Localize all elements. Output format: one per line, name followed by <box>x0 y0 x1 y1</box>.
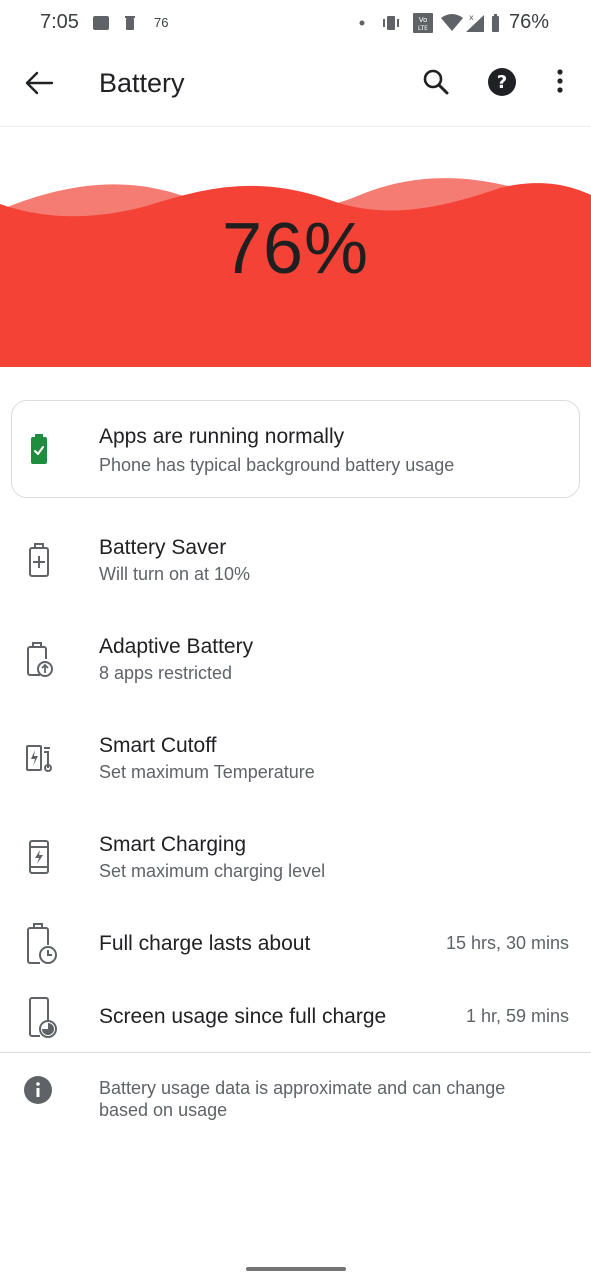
dot-icon <box>359 20 365 26</box>
phone-usage-icon <box>29 997 57 1038</box>
battery-adaptive-icon <box>27 642 53 677</box>
status-battery-percent: 76% <box>508 11 549 33</box>
home-indicator[interactable] <box>246 1267 346 1271</box>
status-right-icons: Vo LTE x <box>356 11 506 35</box>
help-button[interactable]: ? <box>486 66 518 98</box>
battery-saver-title: Battery Saver <box>99 536 227 559</box>
screen-usage-label: Screen usage since full charge <box>99 1005 387 1028</box>
battery-clock-icon <box>27 923 57 964</box>
adaptive-battery-title: Adaptive Battery <box>99 635 254 658</box>
status-left-icons: 76 <box>93 13 173 33</box>
signal-icon: x <box>466 13 484 32</box>
search-button[interactable] <box>420 66 452 100</box>
full-charge-value: 15 hrs, 30 mins <box>445 933 569 953</box>
notification-count: 76 <box>154 15 169 30</box>
footer-divider <box>0 1052 591 1053</box>
full-charge-label: Full charge lasts about <box>99 932 311 955</box>
battery-saver-subtitle: Will turn on at 10% <box>99 564 251 584</box>
battery-plus-icon <box>29 543 49 577</box>
screen-usage-value: 1 hr, 59 mins <box>465 1006 569 1026</box>
footer-disclaimer: Battery usage data is approximate and ca… <box>99 1078 506 1120</box>
app-bar-divider <box>0 126 591 127</box>
battery-icon <box>492 14 499 32</box>
gallery-icon <box>93 16 109 30</box>
battery-level-hero: 76% <box>0 170 591 367</box>
battery-status-card[interactable]: Apps are running normally Phone has typi… <box>11 400 580 498</box>
search-icon <box>423 69 449 95</box>
back-button[interactable] <box>22 66 56 100</box>
svg-text:?: ? <box>497 72 507 93</box>
adaptive-battery-item[interactable]: Adaptive Battery 8 apps restricted <box>0 629 591 719</box>
app-bar: Battery ? <box>0 46 591 126</box>
screen-usage-stat: Screen usage since full charge 1 hr, 59 … <box>0 993 591 1043</box>
smart-cutoff-item[interactable]: Smart Cutoff Set maximum Temperature <box>0 728 591 818</box>
status-bar: 7:05 76 Vo LTE x 76% <box>0 0 591 46</box>
back-arrow-icon <box>25 71 54 95</box>
svg-text:Vo: Vo <box>419 16 428 24</box>
adaptive-battery-subtitle: 8 apps restricted <box>99 663 233 683</box>
battery-settings-screen: 7:05 76 Vo LTE x 76% Battery ? 76% Apps … <box>0 0 591 1280</box>
smart-cutoff-title: Smart Cutoff <box>99 734 217 757</box>
smart-charging-title: Smart Charging <box>99 833 247 856</box>
smart-cutoff-icon <box>26 745 52 772</box>
trash-icon <box>125 16 135 30</box>
svg-text:x: x <box>469 13 474 22</box>
status-card-title: Apps are running normally <box>99 425 345 448</box>
battery-check-icon <box>31 434 47 464</box>
volte-icon: Vo LTE <box>413 13 433 33</box>
wifi-icon <box>441 14 463 31</box>
status-time: 7:05 <box>40 11 79 33</box>
more-options-button[interactable] <box>548 66 572 100</box>
smart-charging-subtitle: Set maximum charging level <box>99 861 326 881</box>
battery-level-text: 76% <box>221 209 370 289</box>
battery-saver-item[interactable]: Battery Saver Will turn on at 10% <box>0 530 591 620</box>
status-card-subtitle: Phone has typical background battery usa… <box>99 455 455 475</box>
smart-charging-item[interactable]: Smart Charging Set maximum charging leve… <box>0 827 591 917</box>
info-icon <box>24 1076 52 1104</box>
more-vert-icon <box>557 69 563 93</box>
smart-charging-icon <box>29 840 49 874</box>
smart-cutoff-subtitle: Set maximum Temperature <box>99 762 315 782</box>
help-icon: ? <box>488 68 516 96</box>
vibrate-icon <box>383 16 399 30</box>
svg-text:LTE: LTE <box>418 25 428 32</box>
page-title: Battery <box>99 68 185 98</box>
full-charge-stat: Full charge lasts about 15 hrs, 30 mins <box>0 920 591 970</box>
